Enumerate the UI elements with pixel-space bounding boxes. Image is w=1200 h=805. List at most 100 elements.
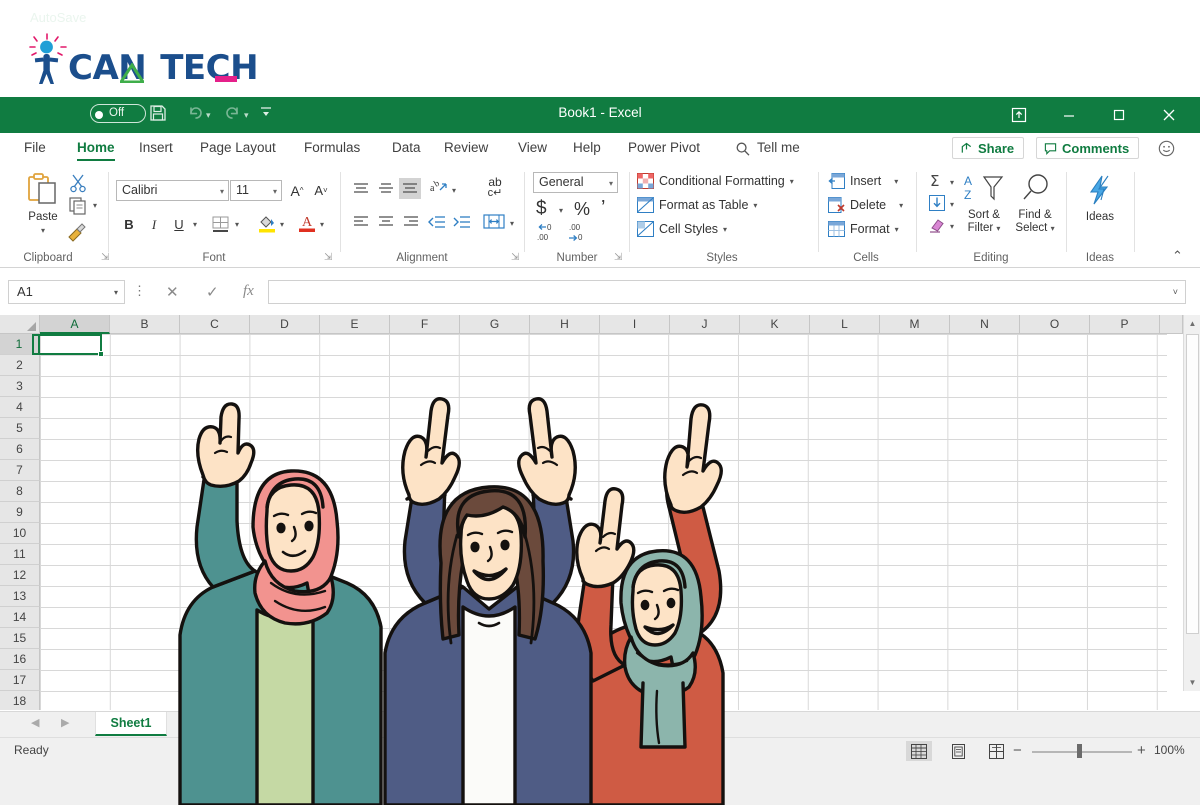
tab-page-layout[interactable]: Page Layout (200, 140, 276, 155)
column-header-C[interactable]: C (180, 315, 250, 334)
tab-insert[interactable]: Insert (139, 140, 173, 155)
expand-formula-bar-icon[interactable]: ˅ (1173, 287, 1178, 297)
column-header-E[interactable]: E (320, 315, 390, 334)
column-header-N[interactable]: N (950, 315, 1020, 334)
number-format-combobox[interactable]: General ▾ (533, 172, 618, 193)
previous-sheet-icon[interactable]: ◀ (31, 716, 39, 729)
font-name-combobox[interactable]: Calibri ▾ (116, 180, 229, 201)
chevron-down-icon[interactable]: ▾ (220, 187, 224, 196)
fill-color-dropdown-caret[interactable]: ▾ (280, 220, 284, 229)
column-header-partial[interactable] (1160, 315, 1183, 334)
column-header-D[interactable]: D (250, 315, 320, 334)
clipboard-dialog-launcher[interactable]: ⇲ (101, 252, 109, 263)
increase-indent-icon[interactable] (452, 214, 472, 230)
increase-decimal-button[interactable]: .00 0 (567, 222, 593, 247)
row-header-15[interactable]: 15 (0, 628, 40, 649)
ribbon-display-options-icon[interactable] (996, 99, 1042, 131)
font-dialog-launcher[interactable]: ⇲ (324, 252, 332, 263)
cancel-icon[interactable]: ✕ (166, 283, 179, 301)
merge-center-icon[interactable] (483, 213, 505, 231)
row-header-8[interactable]: 8 (0, 481, 40, 502)
find-and-select-button[interactable]: Find & Select ▾ (1014, 172, 1057, 235)
format-cells-caret[interactable]: ▾ (895, 225, 899, 234)
row-header-9[interactable]: 9 (0, 502, 40, 523)
borders-icon[interactable] (212, 216, 229, 232)
clear-dropdown-caret[interactable]: ▾ (950, 222, 954, 231)
format-cells-button[interactable]: Format ▾ (828, 221, 899, 237)
row-header-3[interactable]: 3 (0, 376, 40, 397)
tab-home[interactable]: Home (77, 140, 115, 161)
row-header-13[interactable]: 13 (0, 586, 40, 607)
chevron-down-icon[interactable]: ▾ (273, 187, 277, 196)
shrink-font-button[interactable]: A ˅ (310, 180, 332, 201)
paste-dropdown-caret[interactable]: ▾ (16, 226, 70, 235)
selected-cell-a1[interactable] (32, 334, 104, 357)
accounting-dropdown-caret[interactable]: ▾ (559, 206, 563, 215)
insert-cells-caret[interactable]: ▾ (894, 177, 898, 186)
row-header-16[interactable]: 16 (0, 649, 40, 670)
center-align-icon[interactable] (377, 214, 395, 230)
bold-button[interactable]: B (118, 214, 140, 235)
insert-cells-button[interactable]: Insert ▾ (828, 173, 898, 189)
copy-dropdown-caret[interactable]: ▾ (93, 201, 97, 210)
zoom-slider-handle[interactable] (1077, 744, 1082, 758)
wrap-text-button[interactable]: ab c↵ (484, 176, 506, 199)
number-dialog-launcher[interactable]: ⇲ (614, 252, 622, 263)
column-header-I[interactable]: I (600, 315, 670, 334)
font-color-dropdown-caret[interactable]: ▾ (320, 220, 324, 229)
maximize-icon[interactable] (1096, 99, 1142, 131)
page-layout-view-icon[interactable] (945, 741, 971, 761)
worksheet-grid[interactable]: A B C D E F G H I J K L M N O P 1 2 3 4 … (0, 315, 1200, 710)
orientation-dropdown-caret[interactable]: ▾ (452, 186, 456, 195)
sort-filter-caret[interactable]: ▾ (996, 224, 1000, 233)
row-header-14[interactable]: 14 (0, 607, 40, 628)
scroll-down-icon[interactable]: ▼ (1184, 674, 1200, 691)
underline-button[interactable]: U (168, 214, 190, 235)
row-header-6[interactable]: 6 (0, 439, 40, 460)
row-header-18[interactable]: 18 (0, 691, 40, 710)
conditional-formatting-caret[interactable]: ▾ (790, 177, 794, 186)
cut-icon[interactable] (68, 173, 88, 193)
ideas-button[interactable]: Ideas (1076, 174, 1124, 224)
row-header-10[interactable]: 10 (0, 523, 40, 544)
column-header-G[interactable]: G (460, 315, 530, 334)
comments-button[interactable]: Comments (1036, 137, 1140, 159)
tab-power-pivot[interactable]: Power Pivot (628, 140, 700, 155)
merge-center-dropdown-caret[interactable]: ▾ (510, 219, 514, 228)
tab-help[interactable]: Help (573, 140, 601, 155)
vertical-scrollbar[interactable]: ▲ ▼ (1183, 315, 1200, 691)
grow-font-button[interactable]: A ^ (286, 180, 308, 201)
autosum-icon[interactable]: Σ (928, 172, 946, 190)
close-icon[interactable] (1146, 99, 1192, 131)
font-size-combobox[interactable]: 11 ▾ (230, 180, 282, 201)
zoom-in-button[interactable]: + (1137, 742, 1146, 759)
tab-review[interactable]: Review (444, 140, 488, 155)
autosum-dropdown-caret[interactable]: ▾ (950, 178, 954, 187)
fill-icon[interactable] (928, 194, 946, 212)
row-header-4[interactable]: 4 (0, 397, 40, 418)
align-left-icon[interactable] (352, 214, 370, 230)
column-header-L[interactable]: L (810, 315, 880, 334)
accounting-format-button[interactable]: $ (536, 198, 547, 220)
align-right-icon[interactable] (402, 214, 420, 230)
fill-color-icon[interactable] (258, 213, 276, 233)
sort-and-filter-button[interactable]: A Z Sort & Filter ▾ (962, 172, 1007, 235)
top-align-icon[interactable] (352, 181, 370, 197)
next-sheet-icon[interactable]: ▶ (61, 716, 69, 729)
tab-view[interactable]: View (518, 140, 547, 155)
column-header-O[interactable]: O (1020, 315, 1090, 334)
insert-function-fx-icon[interactable]: fx (243, 283, 254, 300)
borders-dropdown-caret[interactable]: ▾ (235, 220, 239, 229)
underline-dropdown-caret[interactable]: ▾ (193, 220, 197, 229)
tell-me-input[interactable]: Tell me (757, 140, 800, 155)
column-header-A[interactable]: A (40, 315, 110, 334)
delete-cells-button[interactable]: Delete ▾ (828, 197, 903, 213)
share-button[interactable]: Share (952, 137, 1025, 159)
italic-button[interactable]: I (143, 214, 165, 235)
smiley-face-icon[interactable] (1158, 140, 1175, 162)
tab-file[interactable]: File (24, 140, 46, 155)
zoom-slider-track[interactable] (1032, 751, 1132, 753)
grid-cells[interactable] (32, 334, 1167, 710)
chevron-down-icon[interactable]: ▾ (609, 179, 613, 188)
clear-icon[interactable] (928, 216, 946, 234)
